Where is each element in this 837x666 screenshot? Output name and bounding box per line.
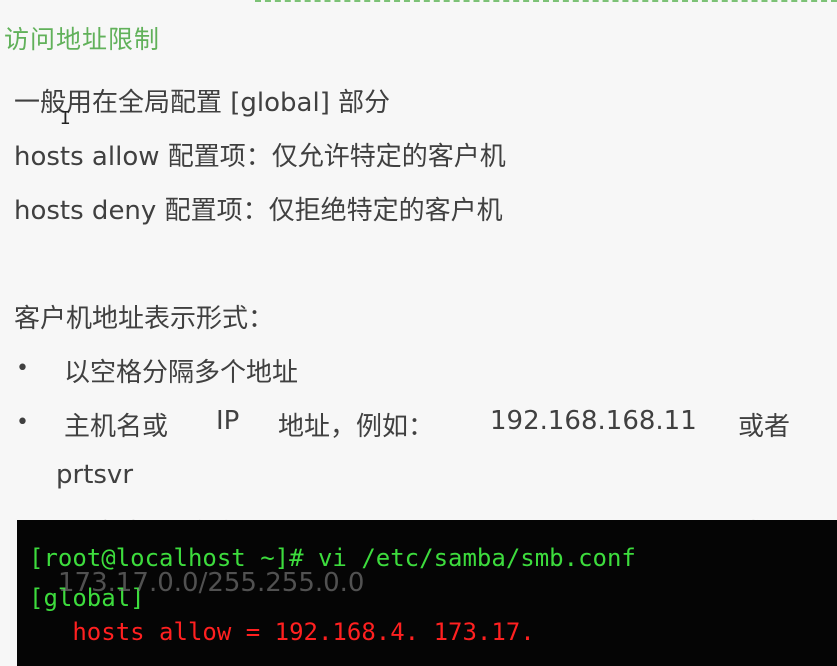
bullet-or-text: 或者 [738,412,791,442]
bullet-example-hostname: prtsvr [56,460,134,490]
address-forms-heading: 客户机地址表示形式： [14,304,275,334]
bullet-space-separated: 以空格分隔多个地址 [64,358,299,388]
hosts-allow-line: hosts allow 配置项：仅允许特定的客户机 [14,142,506,172]
bullet-network-example-text: 173.17.0.0/255.255.0.0 [58,568,365,598]
bullet-dot: • [16,410,29,435]
text-cursor-icon: I [60,108,71,129]
bullet-dot: • [16,356,29,381]
bullet-address-example-label: 地址，例如： [278,412,435,442]
bullet-hostname-text: 主机名或 [64,412,169,442]
top-dashed-rule [255,0,837,6]
bullet-example-ip: 192.168.168.11 [490,406,697,436]
bullet-ip-text: IP [216,406,240,436]
hosts-deny-line: hosts deny 配置项：仅拒绝特定的客户机 [14,196,503,226]
terminal-config-line: hosts allow = 192.168.4. 173.17. [29,618,535,646]
slide-title: 访问地址限制 [4,25,161,54]
